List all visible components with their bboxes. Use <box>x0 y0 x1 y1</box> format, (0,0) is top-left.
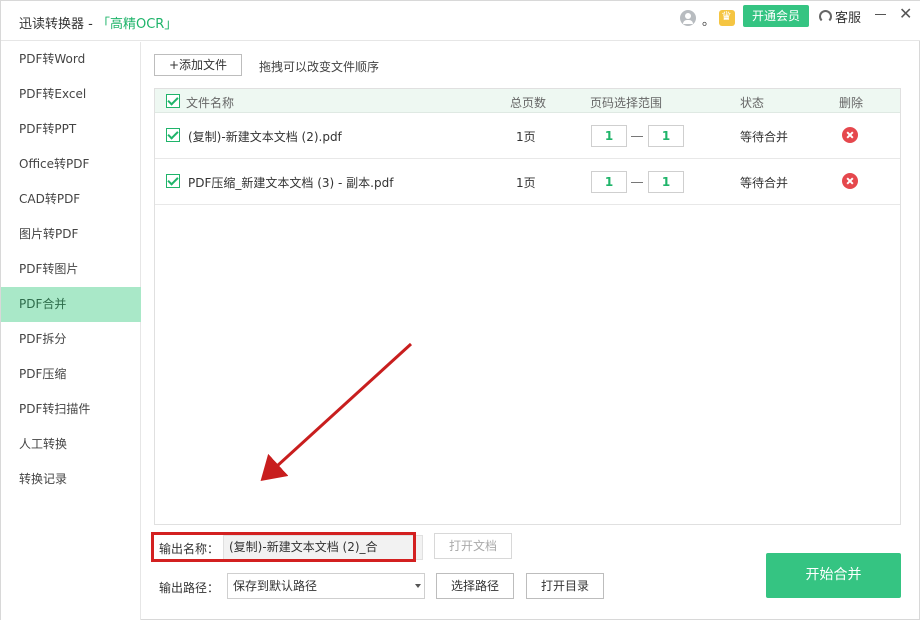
title-bar: 迅读转换器 - 「高精OCR」 。 开通会员 客服 ✕ <box>1 1 920 41</box>
header-delete: 删除 <box>839 96 864 110</box>
delete-icon[interactable] <box>842 173 858 189</box>
annotation-highlight-box <box>151 532 416 562</box>
sidebar-item-pdf-to-excel[interactable]: PDF转Excel <box>1 77 141 112</box>
close-icon[interactable]: ✕ <box>899 6 912 22</box>
chevron-down-icon[interactable] <box>415 584 421 588</box>
ocr-brand-label: 「高精OCR」 <box>96 17 178 32</box>
header-page-range: 页码选择范围 <box>590 96 663 110</box>
sidebar-item-manual-convert[interactable]: 人工转换 <box>1 427 141 462</box>
header-page-count: 总页数 <box>510 96 547 110</box>
sidebar-item-pdf-to-ppt[interactable]: PDF转PPT <box>1 112 141 147</box>
minimize-icon[interactable] <box>875 14 886 15</box>
file-name: PDF压缩_新建文本文档 (3) - 副本.pdf <box>188 176 394 190</box>
customer-service-button[interactable]: 客服 <box>835 7 861 26</box>
select-all-checkbox[interactable] <box>166 94 180 108</box>
table-header: 文件名称 总页数 页码选择范围 状态 删除 <box>155 89 900 113</box>
page-from-input[interactable]: 1 <box>591 125 627 147</box>
row-checkbox[interactable] <box>166 128 180 142</box>
sidebar-item-pdf-to-word[interactable]: PDF转Word <box>1 42 141 77</box>
open-directory-button[interactable]: 打开目录 <box>526 573 604 599</box>
open-document-button[interactable]: 打开文档 <box>434 533 512 559</box>
range-dash <box>631 136 643 137</box>
status-label: 等待合并 <box>740 176 789 190</box>
range-dash <box>631 182 643 183</box>
sidebar-item-cad-to-pdf[interactable]: CAD转PDF <box>1 182 141 217</box>
page-to-input[interactable]: 1 <box>648 171 684 193</box>
sidebar-item-history[interactable]: 转换记录 <box>1 462 141 497</box>
sidebar-item-pdf-to-scan[interactable]: PDF转扫描件 <box>1 392 141 427</box>
headset-icon[interactable] <box>819 10 832 23</box>
page-to-input[interactable]: 1 <box>648 125 684 147</box>
add-file-button[interactable]: +添加文件 <box>154 54 242 76</box>
header-status: 状态 <box>740 96 765 110</box>
output-path-label: 输出路径： <box>159 581 220 595</box>
user-avatar-icon[interactable] <box>680 10 696 26</box>
sidebar-item-pdf-compress[interactable]: PDF压缩 <box>1 357 141 392</box>
sidebar-item-pdf-split[interactable]: PDF拆分 <box>1 322 141 357</box>
app-window: 迅读转换器 - 「高精OCR」 。 开通会员 客服 ✕ PDF转Word PDF… <box>0 0 920 620</box>
choose-path-button[interactable]: 选择路径 <box>436 573 514 599</box>
window-title: 迅读转换器 - 「高精OCR」 <box>19 13 177 32</box>
sidebar-item-pdf-merge[interactable]: PDF合并 <box>1 287 141 322</box>
table-row[interactable]: PDF压缩_新建文本文档 (3) - 副本.pdf 1页 1 1 等待合并 <box>155 159 900 205</box>
file-name: (复制)-新建文本文档 (2).pdf <box>188 130 342 144</box>
sidebar-item-office-to-pdf[interactable]: Office转PDF <box>1 147 141 182</box>
header-file-name: 文件名称 <box>186 96 235 110</box>
output-path-select[interactable]: 保存到默认路径 <box>227 573 425 599</box>
open-vip-button[interactable]: 开通会员 <box>743 5 809 27</box>
row-checkbox[interactable] <box>166 174 180 188</box>
file-table: 文件名称 总页数 页码选择范围 状态 删除 (复制)-新建文本文档 (2).pd… <box>154 88 901 525</box>
table-row[interactable]: (复制)-新建文本文档 (2).pdf 1页 1 1 等待合并 <box>155 113 900 159</box>
app-name: 迅读转换器 - <box>19 17 97 32</box>
page-count: 1页 <box>516 176 536 190</box>
vip-crown-icon[interactable] <box>719 9 735 26</box>
page-from-input[interactable]: 1 <box>591 171 627 193</box>
page-count: 1页 <box>516 130 536 144</box>
username-label: 。 <box>702 14 716 29</box>
sidebar: PDF转Word PDF转Excel PDF转PPT Office转PDF CA… <box>1 42 141 620</box>
delete-icon[interactable] <box>842 127 858 143</box>
status-label: 等待合并 <box>740 130 789 144</box>
sidebar-item-image-to-pdf[interactable]: 图片转PDF <box>1 217 141 252</box>
sidebar-item-pdf-to-image[interactable]: PDF转图片 <box>1 252 141 287</box>
start-merge-button[interactable]: 开始合并 <box>766 553 901 598</box>
drag-hint: 拖拽可以改变文件顺序 <box>259 60 380 74</box>
